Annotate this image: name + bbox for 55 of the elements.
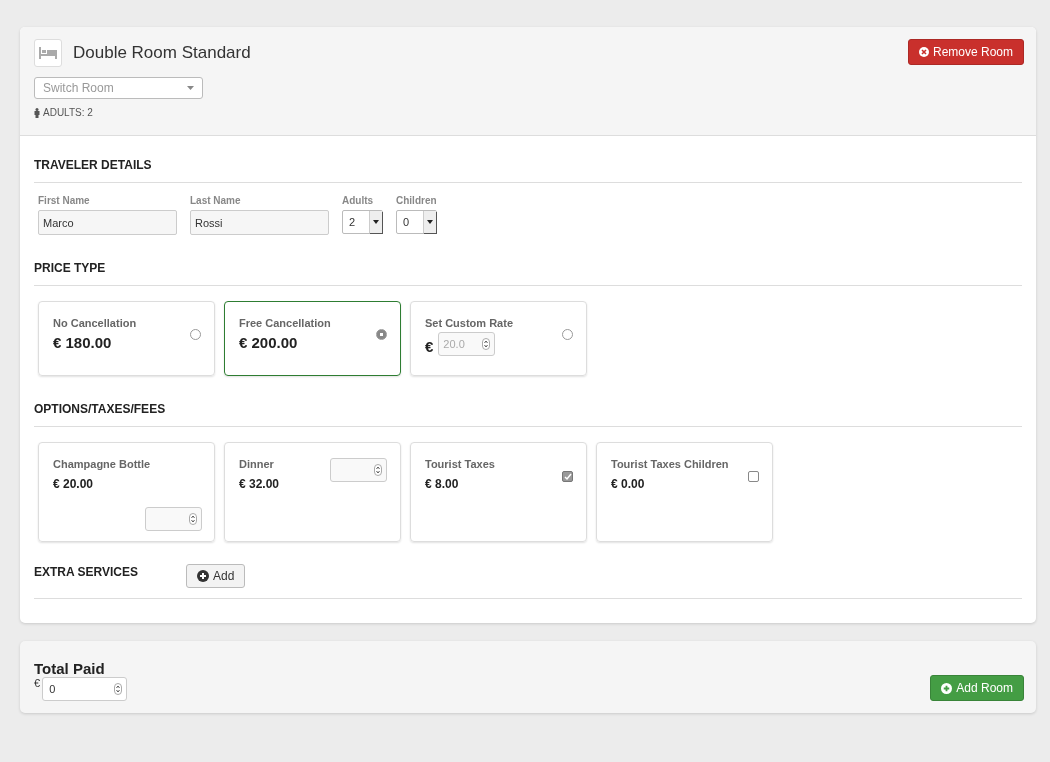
price-option-name: Set Custom Rate [425, 317, 514, 329]
section-heading: EXTRA SERVICES [34, 565, 139, 579]
room-title: Double Room Standard [73, 43, 251, 63]
spinner-icon [189, 513, 197, 525]
total-paid-field[interactable]: 0 [42, 677, 128, 701]
field-label: Adults [342, 195, 375, 206]
section-heading: OPTIONS/TAXES/FEES [34, 402, 167, 416]
spinner-icon [114, 683, 123, 695]
quantity-field[interactable] [330, 458, 387, 482]
price-option-name: Free Cancellation [239, 317, 331, 329]
checkbox[interactable] [748, 471, 759, 482]
caret-icon [187, 86, 194, 90]
option-name: Tourist Taxes [425, 458, 495, 470]
caret-icon [373, 220, 379, 224]
section-heading: PRICE TYPE [34, 261, 107, 275]
bed-icon [34, 39, 62, 67]
caret-icon [427, 220, 433, 224]
number-select[interactable]: 2 [342, 210, 383, 234]
field-label: Children [396, 195, 437, 206]
option-name: Champagne Bottle [53, 458, 152, 470]
option-name: Dinner [239, 458, 275, 470]
adults-count: ADULTS: 2 [43, 107, 93, 118]
price-amount: € 180.00 [53, 334, 113, 351]
option-name: Tourist Taxes Children [611, 458, 729, 470]
price-option-name: No Cancellation [53, 317, 137, 329]
plus-icon [941, 682, 953, 694]
remove-room-button[interactable]: Remove Room [907, 39, 1024, 65]
text-field[interactable]: Rossi [190, 210, 329, 235]
price-amount: € 200.00 [239, 334, 299, 351]
price-option-card[interactable]: No Cancellation € 180.00 [38, 301, 215, 376]
text-field[interactable]: Marco [38, 210, 177, 235]
option-price: € 20.00 [53, 477, 95, 491]
currency-symbol: € [34, 677, 41, 689]
price-option-card[interactable]: Set Custom Rate € 20.0 [410, 301, 587, 376]
total-title: Total Paid [34, 660, 106, 677]
remove-icon [918, 47, 929, 57]
spinner-icon [374, 464, 382, 476]
plus-icon [197, 570, 210, 582]
option-price: € 32.00 [239, 477, 280, 491]
price-option-card[interactable]: Free Cancellation € 200.00 [224, 301, 401, 376]
person-icon [34, 107, 40, 118]
field-label: First Name [38, 195, 91, 206]
spinner-icon [482, 338, 491, 350]
section-heading: TRAVELER DETAILS [34, 158, 153, 172]
checkbox[interactable] [562, 471, 573, 482]
option-price: € 0.00 [611, 477, 646, 491]
radio-button[interactable] [376, 329, 387, 340]
currency-symbol: € [425, 338, 434, 355]
quantity-field[interactable] [145, 507, 202, 531]
radio-button[interactable] [190, 329, 201, 340]
option-price: € 8.00 [425, 477, 460, 491]
add-button[interactable]: Add [186, 564, 246, 588]
field-label: Last Name [190, 195, 242, 206]
radio-button[interactable] [562, 329, 573, 340]
number-select[interactable]: 0 [396, 210, 437, 234]
